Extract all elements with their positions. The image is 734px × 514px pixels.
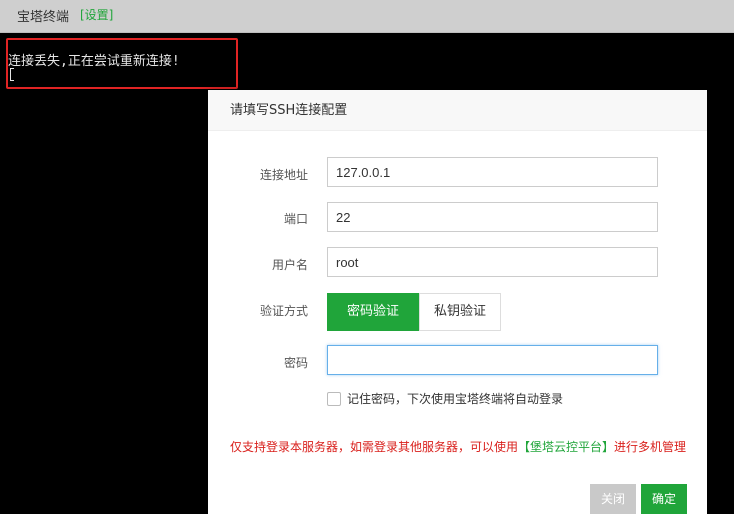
port-label: 端口 <box>283 212 308 226</box>
remember-password[interactable]: 记住密码，下次使用宝塔终端将自动登录 <box>327 390 563 407</box>
password-input[interactable] <box>327 345 658 375</box>
password-label: 密码 <box>283 356 308 370</box>
highlight-box <box>6 38 238 89</box>
confirm-button[interactable]: 确定 <box>641 484 687 514</box>
app-title: 宝塔终端 <box>17 10 70 25</box>
settings-link[interactable]: [设置] <box>80 6 113 23</box>
auth-method-label: 验证方式 <box>259 304 308 318</box>
auth-key-button[interactable]: 私钥验证 <box>419 293 501 331</box>
username-input[interactable] <box>327 247 658 277</box>
notice-prefix: 仅支持登录本服务器，如需登录其他服务器，可以使用 <box>230 440 519 454</box>
titlebar: 宝塔终端 [设置] <box>0 0 734 33</box>
cloud-control-link[interactable]: 【堡塔云控平台】 <box>518 440 614 454</box>
notice-text: 仅支持登录本服务器，如需登录其他服务器，可以使用【堡塔云控平台】进行多机管理 <box>230 438 686 455</box>
host-input[interactable] <box>327 157 658 187</box>
auth-password-button[interactable]: 密码验证 <box>327 293 419 331</box>
port-input[interactable] <box>327 202 658 232</box>
close-button[interactable]: 关闭 <box>590 484 636 514</box>
dialog-title: 请填写SSH连接配置 <box>208 90 707 131</box>
host-label: 连接地址 <box>259 168 308 182</box>
remember-label: 记住密码，下次使用宝塔终端将自动登录 <box>347 392 564 406</box>
ssh-config-dialog: 请填写SSH连接配置 连接地址 端口 用户名 验证方式 密码验证 私钥验证 密码… <box>208 90 707 514</box>
username-label: 用户名 <box>271 258 308 272</box>
notice-suffix: 进行多机管理 <box>614 440 687 454</box>
remember-checkbox[interactable] <box>327 392 341 406</box>
